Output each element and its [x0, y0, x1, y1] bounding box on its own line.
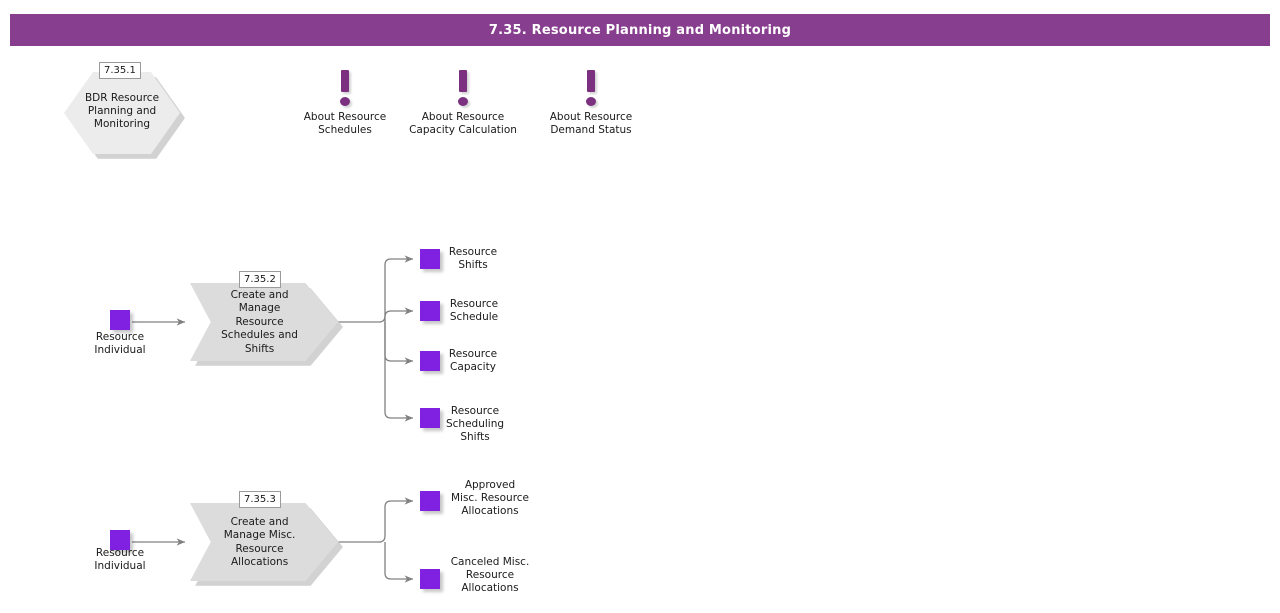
- data-object-label: Resource Individual: [94, 547, 146, 572]
- data-object-resource-individual-1[interactable]: [110, 310, 130, 330]
- info-item-label: About Resource Capacity Calculation: [409, 111, 517, 136]
- page-title: 7.35. Resource Planning and Monitoring: [10, 14, 1270, 46]
- data-object-label: Approved Misc. Resource Allocations: [450, 479, 530, 517]
- process-node-badge: 7.35.2: [239, 271, 281, 288]
- process-node-badge: 7.35.3: [239, 491, 281, 508]
- wire-process-2-to-output-2: [384, 542, 414, 583]
- wire-process-2-to-output-1: [333, 497, 414, 543]
- overview-node-badge: 7.35.1: [99, 62, 141, 79]
- data-object-label: Resource Capacity: [448, 348, 498, 373]
- wire-process-1-to-output-1: [333, 255, 414, 323]
- overview-node[interactable]: BDR Resource Planning and Monitoring: [64, 72, 185, 159]
- process-node-create-and-manage-resource-schedules-and-shifts[interactable]: Create and Manage Resource Schedules and…: [190, 283, 343, 366]
- overview-node-label: BDR Resource Planning and Monitoring: [84, 92, 160, 130]
- wire-process-1-to-output-2: [384, 307, 414, 322]
- wire-process-1-to-output-4: [384, 322, 414, 422]
- process-node-label: Create and Manage Misc. Resource Allocat…: [223, 516, 296, 569]
- data-object-label: Resource Scheduling Shifts: [445, 405, 505, 443]
- data-object-label: Resource Schedule: [449, 298, 499, 323]
- data-object-label: Resource Individual: [94, 331, 146, 356]
- process-node-label: Create and Manage Resource Schedules and…: [221, 289, 298, 355]
- info-item-label: About Resource Demand Status: [549, 111, 633, 136]
- info-item-about-resource-capacity-calculation[interactable]: About Resource Capacity Calculation: [393, 66, 533, 136]
- info-item-about-resource-demand-status[interactable]: About Resource Demand Status: [521, 66, 661, 136]
- wire-process-1-to-output-3: [384, 322, 414, 365]
- exclamation-icon: [521, 66, 661, 108]
- exclamation-icon: [393, 66, 533, 108]
- process-node-create-and-manage-misc-resource-allocations[interactable]: Create and Manage Misc. Resource Allocat…: [190, 503, 343, 586]
- data-object-label: Canceled Misc. Resource Allocations: [450, 556, 530, 594]
- data-object-label: Resource Shifts: [448, 246, 498, 271]
